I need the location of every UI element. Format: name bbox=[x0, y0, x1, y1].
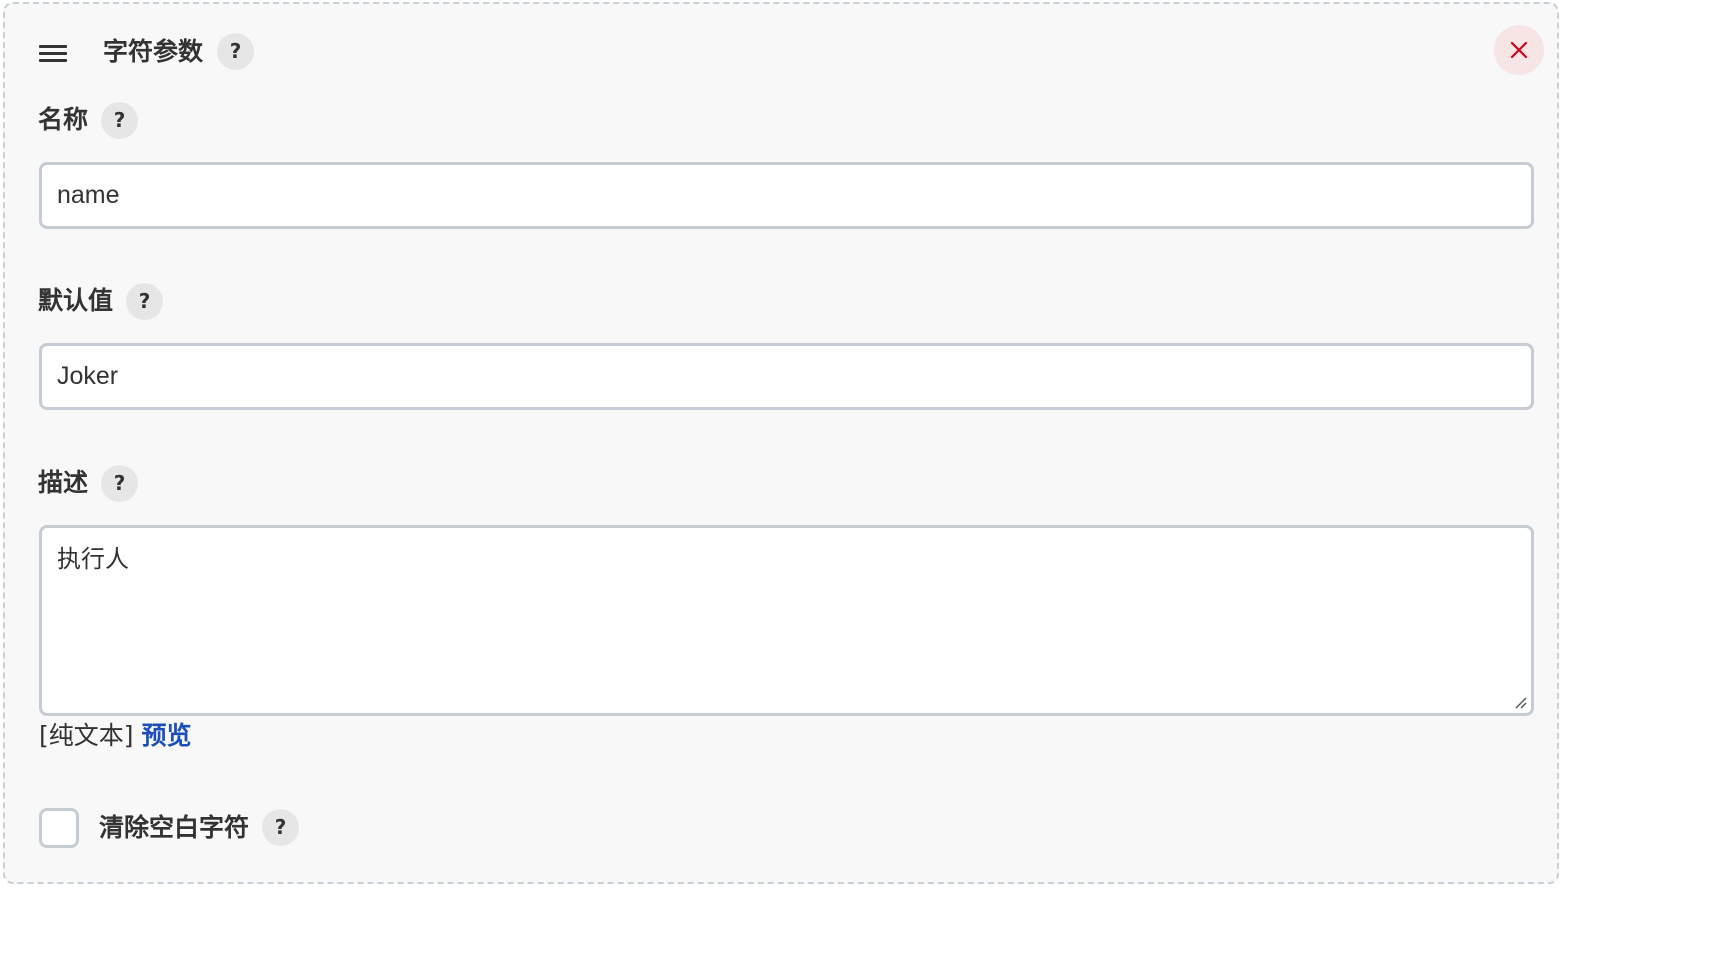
drag-handle-icon[interactable] bbox=[39, 42, 69, 64]
trim-whitespace-help-icon[interactable]: ? bbox=[262, 809, 299, 846]
default-value-input[interactable]: Joker bbox=[39, 343, 1534, 410]
description-help-icon[interactable]: ? bbox=[101, 465, 138, 502]
description-text: 执行人 bbox=[57, 545, 129, 573]
default-value-label: 默认值 bbox=[38, 286, 114, 315]
name-help-icon[interactable]: ? bbox=[101, 102, 138, 139]
format-prefix: [纯文本] bbox=[39, 721, 134, 750]
trim-whitespace-label[interactable]: 清除空白字符 bbox=[99, 813, 249, 843]
resize-grip-icon[interactable] bbox=[1513, 695, 1527, 709]
trim-whitespace-checkbox[interactable] bbox=[39, 808, 79, 848]
name-input[interactable]: name bbox=[39, 162, 1534, 229]
close-button[interactable] bbox=[1494, 25, 1544, 75]
default-value-help-icon[interactable]: ? bbox=[126, 283, 163, 320]
preview-link[interactable]: 预览 bbox=[141, 721, 191, 750]
parameter-type-title: 字符参数 bbox=[103, 37, 204, 66]
description-label: 描述 bbox=[38, 468, 89, 497]
description-format-line: [纯文本] 预览 bbox=[39, 720, 191, 752]
description-textarea[interactable]: 执行人 bbox=[39, 525, 1534, 716]
string-parameter-panel: 字符参数 ? 名称 ? name 默认值 ? Joker 描述 ? 执行人 [纯… bbox=[3, 2, 1559, 884]
header-help-icon[interactable]: ? bbox=[217, 33, 254, 70]
name-label: 名称 bbox=[38, 105, 89, 134]
close-icon bbox=[1510, 41, 1528, 59]
